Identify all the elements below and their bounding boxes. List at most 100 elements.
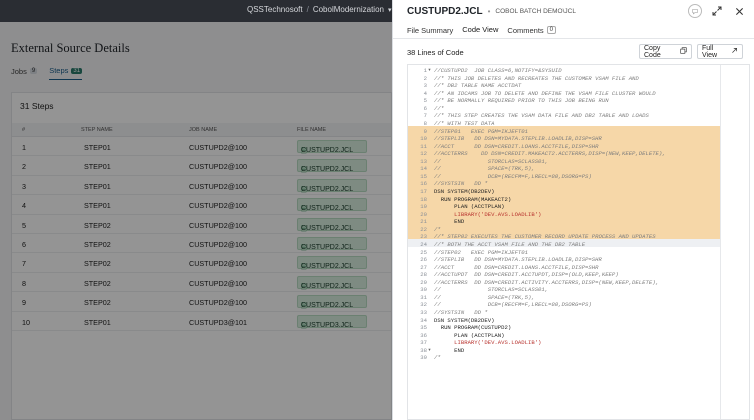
tab-comments[interactable]: Comments 0 — [507, 25, 557, 39]
line-number: 39 — [420, 354, 427, 362]
line-number: 10 — [420, 135, 427, 143]
line-text: //ACCTERRS DD DSN=CREDIT.MAKEACT2.ACCTER… — [434, 150, 666, 158]
code-line: 9 //STEP01 EXEC PGM=IKJEFT01 — [408, 128, 720, 136]
line-number: 38 — [420, 346, 427, 354]
line-text: // DCB=(RECFM=F,LRECL=80,DSORG=PS) — [434, 301, 592, 309]
code-line: 21 END — [408, 218, 720, 226]
drawer-tabs: File Summary Code View Comments 0 — [407, 25, 557, 39]
code-line: 11 //ACCT DD DSN=CREDIT.LOANS.ACCTFILE,DI… — [408, 143, 720, 151]
file-drawer: CUSTUPD2.JCL • COBOL BATCH DEMO\JCL File… — [392, 0, 754, 420]
line-number: 6 — [423, 104, 427, 112]
code-line: 19 PLAN (ACCTPLAN) — [408, 203, 720, 211]
drawer-actions — [688, 4, 746, 18]
code-viewer[interactable]: 1 ▾//CUSTUPD2 JOB CLASS=6,NOTIFY=&SYSUID 2… — [407, 64, 750, 420]
breadcrumb-org[interactable]: QSSTechnosoft — [247, 5, 303, 14]
line-number: 37 — [420, 339, 427, 347]
copy-code-label: Copy Code — [644, 44, 661, 59]
line-number: 13 — [420, 157, 427, 165]
drawer-subtitle: COBOL BATCH DEMO\JCL — [495, 8, 576, 15]
chat-icon[interactable] — [688, 4, 702, 18]
line-text: //STEP01 EXEC PGM=IKJEFT01 — [434, 127, 528, 135]
line-number: 12 — [420, 150, 427, 158]
tab-divider — [393, 38, 754, 39]
line-text: DSN SYSTEM(DB2DEV) — [434, 316, 495, 324]
code-line: 10 //STEPLIB DD DSN=MYDATA.STEPLIB.LOADLI… — [408, 135, 720, 143]
code-line: 3 //* DB2 TABLE NAME ACCTDAT — [408, 82, 720, 90]
code-lines: 1 ▾//CUSTUPD2 JOB CLASS=6,NOTIFY=&SYSUID 2… — [408, 67, 720, 362]
code-line: 1 ▾//CUSTUPD2 JOB CLASS=6,NOTIFY=&SYSUID — [408, 67, 720, 75]
expand-icon[interactable] — [710, 4, 724, 18]
code-line: 32 // DCB=(RECFM=F,LRECL=80,DSORG=PS) — [408, 301, 720, 309]
code-line: 37 LIBRARY('DEV.AVS.LOADLIB') — [408, 339, 720, 347]
line-text: //SYSTSIN DD * — [434, 180, 488, 188]
code-line: 28 //ACCTUPDT DD DSN=CREDIT.ACCTUPDT,DISP… — [408, 271, 720, 279]
fold-toggle-icon[interactable]: ▾ — [427, 347, 432, 355]
tab-label: File Summary — [407, 25, 454, 35]
line-number: 11 — [420, 142, 427, 150]
external-link-icon — [731, 47, 738, 56]
line-number: 3 — [423, 82, 427, 90]
chevron-down-icon[interactable]: ▾ — [388, 6, 392, 14]
line-number: 4 — [423, 89, 427, 97]
code-line: 13 // STORCLAS=SCLASS01, — [408, 158, 720, 166]
code-line: 33 //SYSTSIN DD * — [408, 309, 720, 317]
line-text: RUN PROGRAM(MAKEACT2) — [434, 195, 512, 203]
line-text: //* THIS STEP CREATES THE VSAM DATA FILE… — [434, 112, 649, 120]
code-line: 29 //ACCTERRS DD DSN=CREDIT.ACTIVITY.ACCT… — [408, 279, 720, 287]
tab-code-view[interactable]: Code View — [462, 25, 499, 39]
line-text: //* BE NORMALLY REQUIRED PRIOR TO THIS J… — [434, 97, 609, 105]
code-line: 38 ▾ END — [408, 347, 720, 355]
line-text: // STORCLAS=SCLASS01, — [434, 157, 549, 165]
code-line: 30 // STORCLAS=SCLASS01, — [408, 286, 720, 294]
line-text: // DCB=(RECFM=F,LRECL=80,DSORG=PS) — [434, 172, 592, 180]
line-number: 18 — [420, 195, 427, 203]
line-number: 20 — [420, 210, 427, 218]
line-text: //ACCTERRS DD DSN=CREDIT.ACTIVITY.ACCTER… — [434, 278, 659, 286]
line-number: 21 — [420, 218, 427, 226]
tab-label: Code View — [462, 25, 499, 34]
line-text: //* STEP02 EXECUTES THE CUSTOMER RECORD … — [434, 233, 656, 241]
line-number: 26 — [420, 256, 427, 264]
line-text: //* DB2 TABLE NAME ACCTDAT — [434, 82, 522, 90]
line-text: //* BOTH THE ACCT VSAM FILE AND THE DB2 … — [434, 240, 586, 248]
line-number: 35 — [420, 324, 427, 332]
line-number: 9 — [423, 127, 427, 135]
line-number: 5 — [423, 97, 427, 105]
code-line: 8 //* WITH TEST DATA — [408, 120, 720, 128]
close-icon[interactable] — [732, 4, 746, 18]
code-line: 36 PLAN (ACCTPLAN) — [408, 332, 720, 340]
drawer-header: CUSTUPD2.JCL • COBOL BATCH DEMO\JCL — [407, 6, 576, 17]
line-text: DSN SYSTEM(DB2DEV) — [434, 188, 495, 195]
tab-file-summary[interactable]: File Summary — [407, 25, 453, 39]
full-view-button[interactable]: Full View — [697, 44, 743, 59]
line-text: //STEP02 EXEC PGM=IKJEFT01 — [434, 248, 528, 256]
line-text: END — [434, 218, 465, 226]
tab-label: Comments — [507, 25, 544, 35]
line-text: RUN PROGRAM(CUSTUPD2) — [434, 324, 512, 332]
line-text: LIBRARY('DEV.AVS.LOADLIB') — [434, 210, 542, 218]
line-number: 28 — [420, 271, 427, 279]
line-text: //STEPLIB DD DSN=MYDATA.STEPLIB.LOADLIB,… — [434, 135, 602, 143]
code-line: 39 /* — [408, 354, 720, 362]
code-line: 5 //* BE NORMALLY REQUIRED PRIOR TO THIS … — [408, 97, 720, 105]
line-number: 16 — [420, 180, 427, 188]
fold-toggle-icon[interactable]: ▾ — [427, 67, 432, 75]
line-number: 17 — [420, 188, 427, 195]
code-line: 7 //* THIS STEP CREATES THE VSAM DATA FIL… — [408, 112, 720, 120]
line-number: 27 — [420, 263, 427, 271]
line-number: 24 — [420, 240, 427, 248]
breadcrumb-project[interactable]: CobolModernization — [313, 5, 384, 14]
line-text: END — [434, 346, 465, 354]
code-line: 25 //STEP02 EXEC PGM=IKJEFT01 — [408, 249, 720, 257]
code-line: 27 //ACCT DD DSN=CREDIT.LOANS.ACCTFILE,DI… — [408, 264, 720, 272]
modal-backdrop[interactable] — [0, 22, 392, 420]
code-line: 35 RUN PROGRAM(CUSTUPD2) — [408, 324, 720, 332]
line-number: 8 — [423, 119, 427, 127]
line-text: //* THIS JOB DELETES AND RECREATES THE C… — [434, 74, 639, 82]
code-line: 24 //* BOTH THE ACCT VSAM FILE AND THE DB… — [408, 241, 720, 249]
line-number: 23 — [420, 233, 427, 241]
code-line: 22 /* — [408, 226, 720, 234]
copy-code-button[interactable]: Copy Code — [639, 44, 692, 59]
code-scrollbar[interactable] — [720, 65, 721, 419]
line-number: 33 — [420, 309, 427, 316]
